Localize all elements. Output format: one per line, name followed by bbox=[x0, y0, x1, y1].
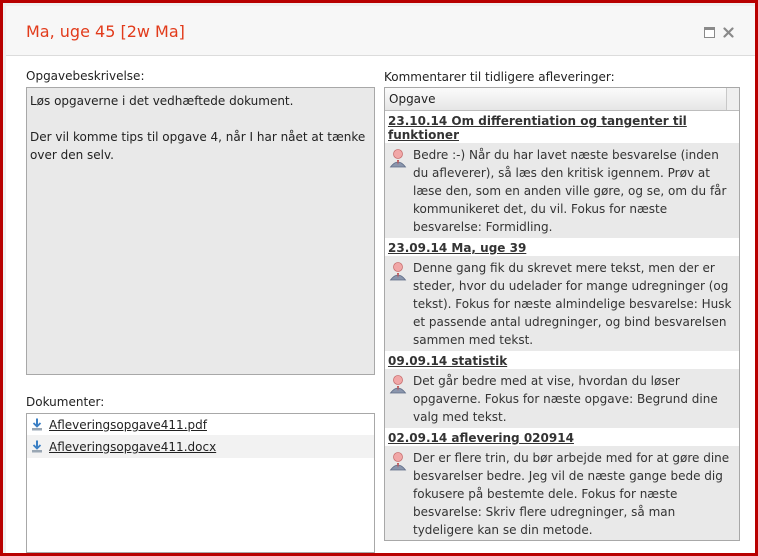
document-link[interactable]: Afleveringsopgave411.docx bbox=[49, 440, 216, 454]
comment-body: Bedre :-) Når du har lavet næste besvare… bbox=[385, 143, 739, 238]
close-icon[interactable] bbox=[723, 27, 734, 38]
comment-entry: 09.09.14 statistik Det går bedre med at … bbox=[385, 351, 739, 428]
comment-entry: 23.10.14 Om differentiation og tangenter… bbox=[385, 111, 739, 238]
teacher-avatar-icon bbox=[389, 148, 407, 168]
assignment-window: Ma, uge 45 [2w Ma] Opgavebeskrivelse: Lø… bbox=[0, 0, 758, 556]
window-content: Opgavebeskrivelse: Løs opgaverne i det v… bbox=[6, 56, 755, 553]
comment-title[interactable]: 09.09.14 statistik bbox=[385, 351, 739, 369]
download-icon bbox=[31, 440, 43, 453]
description-textarea[interactable]: Løs opgaverne i det vedhæftede dokument.… bbox=[26, 87, 375, 375]
title-bar: Ma, uge 45 [2w Ma] bbox=[6, 6, 755, 56]
teacher-avatar-icon bbox=[389, 451, 407, 471]
documents-list: Afleveringsopgave411.pdf Afleveringsopga… bbox=[26, 413, 375, 553]
teacher-avatar-icon bbox=[389, 261, 407, 281]
comment-entry: 02.09.14 aflevering 020914 Der er flere … bbox=[385, 428, 739, 540]
comment-text: Bedre :-) Når du har lavet næste besvare… bbox=[413, 148, 727, 234]
comment-text: Denne gang fik du skrevet mere tekst, me… bbox=[413, 261, 732, 347]
document-item[interactable]: Afleveringsopgave411.pdf bbox=[27, 414, 374, 436]
document-link[interactable]: Afleveringsopgave411.pdf bbox=[49, 418, 207, 432]
comment-title[interactable]: 02.09.14 aflevering 020914 bbox=[385, 428, 739, 446]
window-title: Ma, uge 45 [2w Ma] bbox=[26, 22, 185, 41]
comment-text: Der er flere trin, du bør arbejde med fo… bbox=[413, 451, 730, 537]
column-header-label: Opgave bbox=[389, 92, 436, 106]
comment-entry: 23.09.14 Ma, uge 39 Denne gang fik du sk… bbox=[385, 238, 739, 351]
comment-body: Der er flere trin, du bør arbejde med fo… bbox=[385, 446, 739, 540]
maximize-icon[interactable] bbox=[704, 27, 715, 38]
header-scroll-spacer bbox=[726, 88, 739, 110]
comment-body: Det går bedre med at vise, hvordan du lø… bbox=[385, 369, 739, 428]
description-label: Opgavebeskrivelse: bbox=[26, 69, 145, 83]
documents-label: Dokumenter: bbox=[26, 395, 105, 409]
comment-title[interactable]: 23.10.14 Om differentiation og tangenter… bbox=[385, 111, 739, 143]
comments-grid: Opgave 23.10.14 Om differentiation og ta… bbox=[384, 87, 740, 541]
comments-label: Kommentarer til tidligere afleveringer: bbox=[384, 70, 615, 84]
comment-title[interactable]: 23.09.14 Ma, uge 39 bbox=[385, 238, 739, 256]
document-item[interactable]: Afleveringsopgave411.docx bbox=[27, 436, 374, 458]
comment-body: Denne gang fik du skrevet mere tekst, me… bbox=[385, 256, 739, 351]
column-header-opgave[interactable]: Opgave bbox=[385, 88, 739, 111]
download-icon bbox=[31, 418, 43, 431]
comment-text: Det går bedre med at vise, hvordan du lø… bbox=[413, 374, 718, 424]
teacher-avatar-icon bbox=[389, 374, 407, 394]
